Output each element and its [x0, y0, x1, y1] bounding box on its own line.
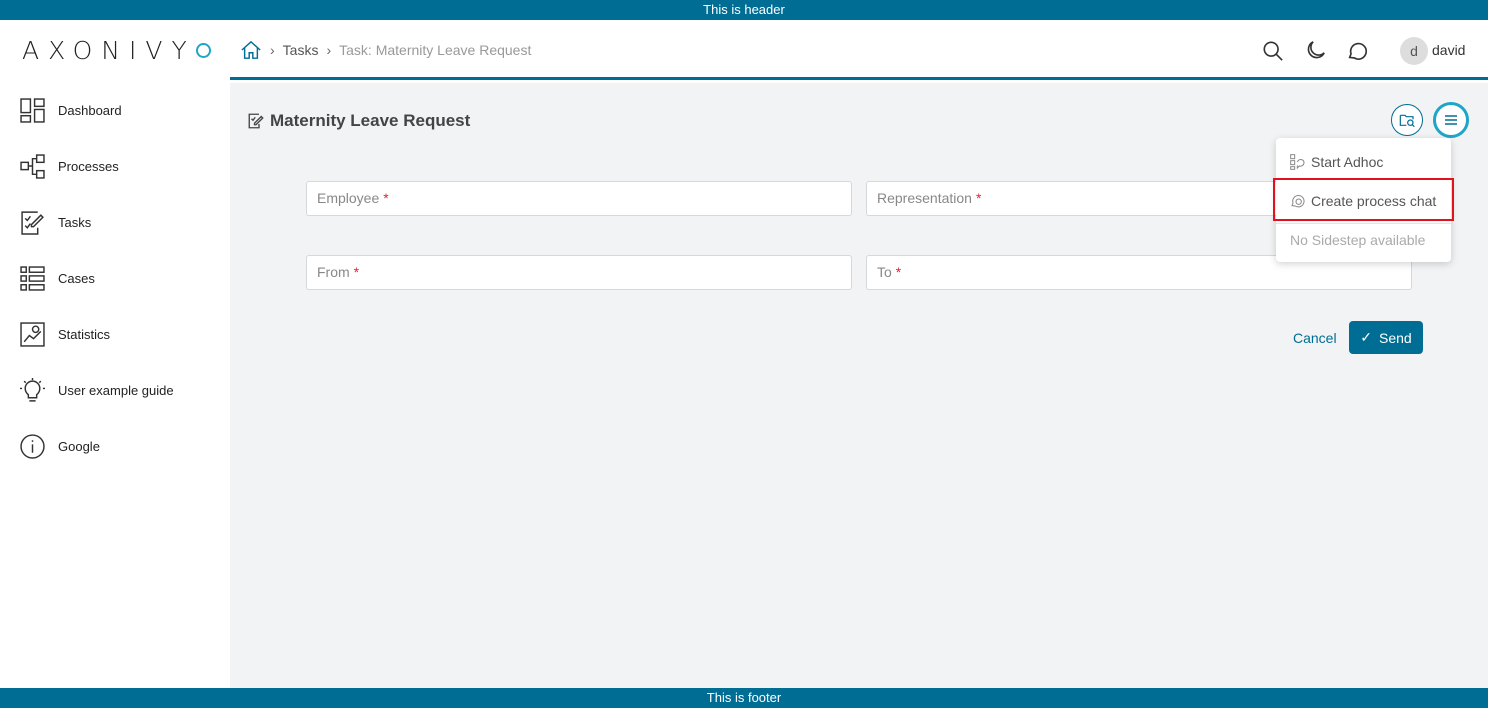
- cases-icon: [20, 265, 45, 291]
- menu-item-start-adhoc[interactable]: Start Adhoc: [1276, 142, 1451, 181]
- breadcrumb: › Tasks › Task: Maternity Leave Request: [240, 40, 531, 60]
- sidebar-item-statistics[interactable]: Statistics: [20, 320, 110, 348]
- chevron-right-icon: ›: [270, 42, 275, 58]
- page-title-text: Maternity Leave Request: [270, 111, 471, 130]
- sidebar-item-label: Statistics: [58, 326, 111, 342]
- breadcrumb-current: Task: Maternity Leave Request: [339, 42, 532, 58]
- required-marker: *: [895, 264, 902, 280]
- logo[interactable]: AXONIVY: [22, 35, 211, 65]
- tasks-icon: [21, 210, 44, 235]
- from-field[interactable]: From *: [306, 255, 852, 290]
- footer-banner: This is footer: [0, 688, 1488, 708]
- task-edit-icon: [248, 113, 264, 129]
- home-icon[interactable]: [240, 40, 262, 60]
- actions-menu-button[interactable]: [1433, 102, 1469, 138]
- username[interactable]: david: [1432, 42, 1465, 58]
- breadcrumb-tasks[interactable]: Tasks: [283, 42, 319, 58]
- lightbulb-icon: [20, 377, 45, 402]
- cancel-button[interactable]: Cancel: [1293, 330, 1337, 346]
- sidebar-item-google[interactable]: Google: [20, 432, 100, 460]
- sidebar-item-label: Dashboard: [58, 102, 122, 118]
- send-label: Send: [1379, 329, 1412, 346]
- chat-icon[interactable]: [1346, 40, 1368, 62]
- info-icon: [20, 433, 45, 459]
- required-marker: *: [383, 190, 389, 206]
- sidebar-item-tasks[interactable]: Tasks: [20, 208, 91, 236]
- sidebar-item-processes[interactable]: Processes: [20, 152, 119, 180]
- process-chat-icon: [1291, 194, 1305, 207]
- to-label: To: [877, 264, 892, 280]
- adhoc-icon: [1290, 153, 1305, 170]
- sidebar: AXONIVY Dashboard Processes Tasks Cases …: [0, 20, 230, 688]
- moon-icon[interactable]: [1304, 40, 1326, 62]
- statistics-icon: [20, 321, 45, 347]
- dashboard-icon: [20, 97, 45, 123]
- sidebar-item-dashboard[interactable]: Dashboard: [20, 96, 122, 124]
- topbar: › Tasks › Task: Maternity Leave Request …: [230, 20, 1488, 80]
- check-icon: ✓: [1360, 329, 1373, 345]
- required-marker: *: [353, 264, 360, 280]
- employee-label: Employee: [317, 190, 380, 206]
- representation-label: Representation: [877, 190, 972, 206]
- chevron-right-icon: ›: [326, 42, 332, 58]
- avatar[interactable]: d: [1400, 37, 1428, 65]
- header-banner: This is header: [0, 0, 1488, 20]
- page-title: Maternity Leave Request: [247, 111, 470, 131]
- employee-field[interactable]: Employee *: [306, 181, 852, 216]
- sidebar-item-label: Processes: [58, 158, 119, 174]
- sidebar-item-label: User example guide: [58, 382, 174, 398]
- menu-icon: [1445, 115, 1457, 125]
- from-label: From: [317, 264, 350, 280]
- menu-item-label: Start Adhoc: [1311, 153, 1384, 170]
- sidebar-item-label: Cases: [58, 270, 95, 286]
- search-icon[interactable]: [1262, 40, 1284, 62]
- processes-icon: [20, 153, 45, 179]
- menu-item-label: Create process chat: [1311, 192, 1437, 209]
- required-marker: *: [975, 190, 982, 206]
- send-button[interactable]: ✓ Send: [1349, 321, 1423, 354]
- logo-ring-icon: [195, 42, 211, 58]
- logo-text: AXONIVY: [22, 35, 196, 65]
- sidebar-item-cases[interactable]: Cases: [20, 264, 95, 292]
- case-details-button[interactable]: [1391, 104, 1423, 136]
- sidebar-item-label: Google: [58, 438, 100, 454]
- menu-item-create-process-chat[interactable]: Create process chat: [1276, 181, 1451, 220]
- actions-dropdown: Start Adhoc Create process chat No Sides…: [1276, 138, 1451, 262]
- sidebar-item-user-example-guide[interactable]: User example guide: [20, 376, 174, 404]
- menu-item-no-sidestep: No Sidestep available: [1276, 220, 1451, 259]
- menu-item-label: No Sidestep available: [1290, 231, 1426, 248]
- folder-search-icon: [1399, 114, 1415, 128]
- sidebar-item-label: Tasks: [58, 214, 92, 230]
